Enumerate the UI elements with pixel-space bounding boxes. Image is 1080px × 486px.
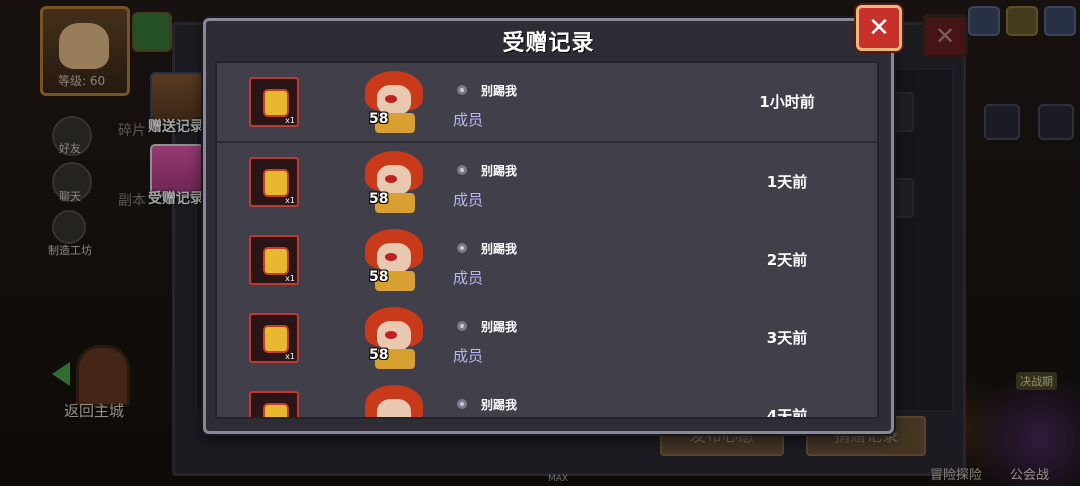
received-time: 1天前: [766, 173, 808, 191]
hero-eye-icon: [385, 253, 397, 261]
received-time: 2天前: [766, 251, 808, 269]
gold-gem-icon: [263, 325, 289, 353]
received-time: 4天前: [766, 407, 808, 419]
player-name: 别踢我: [481, 242, 518, 256]
player-name: 别踢我: [481, 164, 518, 178]
hero-level: 58: [369, 347, 389, 363]
list-item: 别踢我 4天前: [217, 377, 877, 419]
dialog-title: 受赠记录: [502, 31, 595, 56]
records-list[interactable]: x1 58 别踢我 成员 1小时前 x1 58 别踢我 成员 1天前 x1 58…: [215, 61, 879, 419]
hero-avatar[interactable]: 58: [365, 71, 425, 135]
close-button[interactable]: ✕: [856, 5, 902, 51]
list-item: x1 58 别踢我 成员 2天前: [217, 221, 877, 301]
guild-rank-icon: [457, 165, 467, 175]
gold-gem-icon: [263, 247, 289, 275]
hero-avatar[interactable]: 58: [365, 229, 425, 293]
hero-avatar[interactable]: 58: [365, 307, 425, 371]
item-quantity: x1: [285, 196, 295, 205]
list-item: x1 58 别踢我 成员 1天前: [217, 143, 877, 223]
hero-level: 58: [369, 191, 389, 207]
received-time: 3天前: [766, 329, 808, 347]
received-time: 1小时前: [759, 93, 815, 111]
player-name: 别踢我: [481, 320, 518, 334]
hero-face-icon: [377, 399, 411, 417]
hero-eye-icon: [385, 331, 397, 339]
player-role: 成员: [453, 111, 484, 129]
hero-level: 58: [369, 269, 389, 285]
player-name: 别踢我: [481, 84, 518, 98]
guild-rank-icon: [457, 85, 467, 95]
player-role: 成员: [453, 269, 484, 287]
item-quantity: x1: [285, 116, 295, 125]
player-role: 成员: [453, 347, 484, 365]
guild-rank-icon: [457, 243, 467, 253]
hero-level: 58: [369, 111, 389, 127]
gift-item-slot[interactable]: x1: [249, 77, 299, 127]
hero-eye-icon: [385, 95, 397, 103]
player-name: 别踢我: [481, 398, 518, 412]
gift-item-slot[interactable]: x1: [249, 313, 299, 363]
hero-avatar[interactable]: [365, 385, 425, 417]
guild-rank-icon: [457, 399, 467, 409]
gift-item-slot[interactable]: [249, 391, 299, 417]
gold-gem-icon: [263, 169, 289, 197]
gift-item-slot[interactable]: x1: [249, 235, 299, 285]
gold-gem-icon: [263, 89, 289, 117]
guild-rank-icon: [457, 321, 467, 331]
list-item: x1 58 别踢我 成员 3天前: [217, 299, 877, 379]
player-role: 成员: [453, 191, 484, 209]
hero-avatar[interactable]: 58: [365, 151, 425, 215]
hero-eye-icon: [385, 175, 397, 183]
item-quantity: x1: [285, 274, 295, 283]
gold-gem-icon: [263, 403, 289, 417]
item-quantity: x1: [285, 352, 295, 361]
list-item: x1 58 别踢我 成员 1小时前: [217, 63, 877, 143]
gift-item-slot[interactable]: x1: [249, 157, 299, 207]
